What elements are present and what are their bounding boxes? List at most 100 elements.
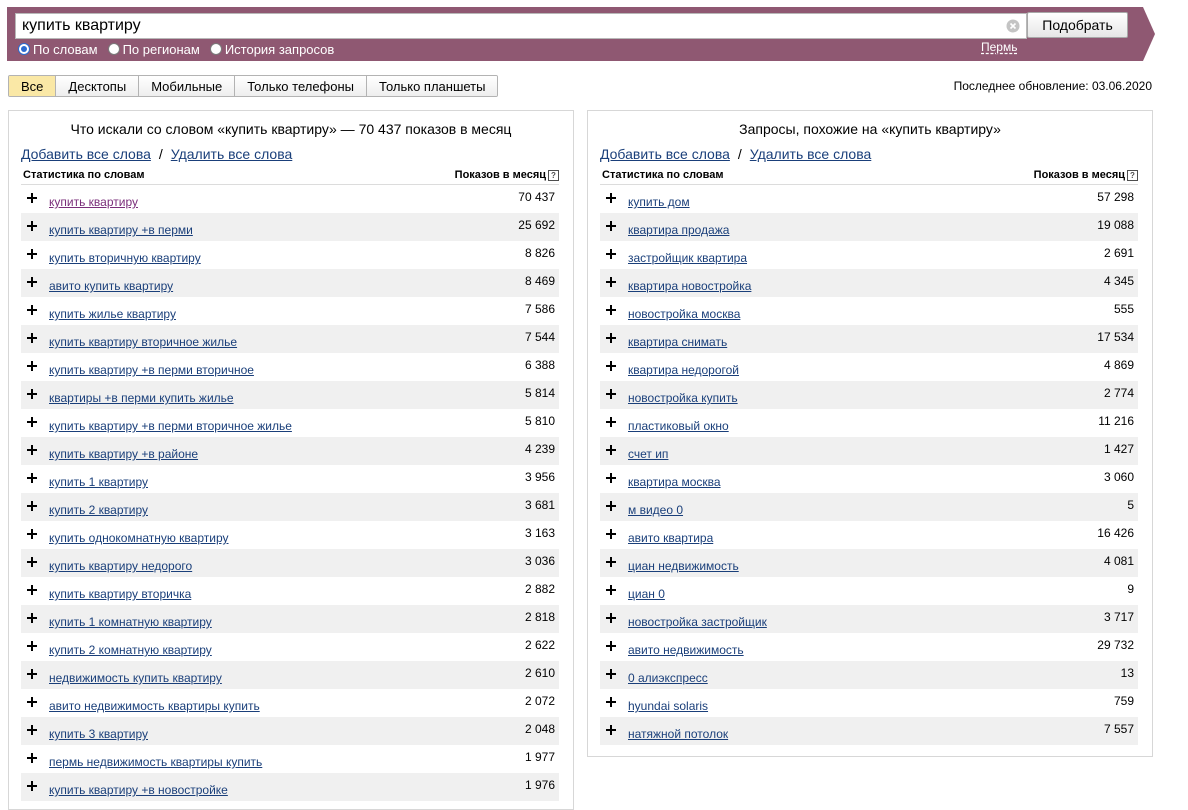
plus-icon[interactable] <box>27 669 37 679</box>
keyword-link[interactable]: купить 1 комнатную квартиру <box>49 615 212 629</box>
plus-icon[interactable] <box>606 641 616 651</box>
keyword-link[interactable]: купить дом <box>628 195 690 209</box>
plus-icon[interactable] <box>27 725 37 735</box>
keyword-link[interactable]: новостройка застройщик <box>628 615 767 629</box>
keyword-link[interactable]: купить 2 квартиру <box>49 503 148 517</box>
keyword-link[interactable]: циан недвижимость <box>628 559 739 573</box>
keyword-link[interactable]: купить квартиру +в новостройке <box>49 783 228 797</box>
plus-icon[interactable] <box>606 445 616 455</box>
radio-icon-selected[interactable] <box>18 43 30 55</box>
pick-button[interactable]: Подобрать <box>1027 12 1128 38</box>
keyword-link[interactable]: недвижимость купить квартиру <box>49 671 222 685</box>
plus-icon[interactable] <box>606 249 616 259</box>
tab-desktops[interactable]: Десктопы <box>56 76 140 96</box>
plus-icon[interactable] <box>606 277 616 287</box>
keyword-link[interactable]: квартира недорогой <box>628 363 739 377</box>
keyword-link[interactable]: квартира снимать <box>628 335 727 349</box>
keyword-link[interactable]: купить вторичную квартиру <box>49 251 201 265</box>
radio-icon[interactable] <box>209 43 222 55</box>
keyword-link[interactable]: авито квартира <box>628 531 713 545</box>
plus-icon[interactable] <box>27 333 37 343</box>
plus-icon[interactable] <box>606 417 616 427</box>
region-link[interactable]: Пермь <box>981 40 1017 54</box>
search-box[interactable] <box>15 13 1027 39</box>
keyword-link[interactable]: купить 2 комнатную квартиру <box>49 643 212 657</box>
remove-all-words-link[interactable]: Удалить все слова <box>171 146 292 162</box>
plus-icon[interactable] <box>27 557 37 567</box>
plus-icon[interactable] <box>606 697 616 707</box>
plus-icon[interactable] <box>27 501 37 511</box>
plus-icon[interactable] <box>606 473 616 483</box>
remove-all-words-link[interactable]: Удалить все слова <box>750 146 871 162</box>
tab-all[interactable]: Все <box>9 76 57 96</box>
keyword-link[interactable]: купить жилье квартиру <box>49 307 176 321</box>
help-icon[interactable]: ? <box>548 169 559 181</box>
plus-icon[interactable] <box>606 389 616 399</box>
plus-icon[interactable] <box>27 613 37 623</box>
plus-icon[interactable] <box>27 781 37 791</box>
keyword-link[interactable]: hyundai solaris <box>628 699 708 713</box>
keyword-link[interactable]: квартиры +в перми купить жилье <box>49 391 234 405</box>
help-icon[interactable]: ? <box>1127 169 1138 181</box>
keyword-link[interactable]: авито недвижимость <box>628 643 744 657</box>
keyword-link[interactable]: авито купить квартиру <box>49 279 173 293</box>
plus-icon[interactable] <box>27 641 37 651</box>
keyword-link[interactable]: пермь недвижимость квартиры купить <box>49 755 262 769</box>
plus-icon[interactable] <box>27 305 37 315</box>
keyword-link[interactable]: купить квартиру недорого <box>49 559 192 573</box>
clear-icon[interactable] <box>1006 19 1020 33</box>
plus-icon[interactable] <box>27 361 37 371</box>
keyword-link[interactable]: натяжной потолок <box>628 727 728 741</box>
plus-icon[interactable] <box>606 529 616 539</box>
plus-icon[interactable] <box>606 361 616 371</box>
keyword-link[interactable]: квартира москва <box>628 475 721 489</box>
keyword-link[interactable]: циан 0 <box>628 587 665 601</box>
plus-icon[interactable] <box>27 445 37 455</box>
keyword-link[interactable]: купить квартиру <box>49 195 138 209</box>
keyword-link[interactable]: купить квартиру +в районе <box>49 447 198 461</box>
keyword-link[interactable]: купить квартиру +в перми вторичное жилье <box>49 419 292 433</box>
plus-icon[interactable] <box>27 529 37 539</box>
plus-icon[interactable] <box>606 333 616 343</box>
plus-icon[interactable] <box>27 193 37 203</box>
keyword-link[interactable]: 0 алиэкспресс <box>628 671 708 685</box>
keyword-link[interactable]: купить квартиру +в перми <box>49 223 193 237</box>
keyword-link[interactable]: купить квартиру +в перми вторичное <box>49 363 254 377</box>
plus-icon[interactable] <box>27 389 37 399</box>
plus-icon[interactable] <box>606 305 616 315</box>
keyword-link[interactable]: пластиковый окно <box>628 419 729 433</box>
keyword-link[interactable]: квартира продажа <box>628 223 729 237</box>
keyword-link[interactable]: купить квартиру вторичка <box>49 587 191 601</box>
mode-by-regions[interactable]: По регионам <box>107 42 200 57</box>
keyword-link[interactable]: купить квартиру вторичное жилье <box>49 335 237 349</box>
plus-icon[interactable] <box>606 613 616 623</box>
tab-phones-only[interactable]: Только телефоны <box>235 76 368 96</box>
add-all-words-link[interactable]: Добавить все слова <box>21 146 151 162</box>
tab-tablets-only[interactable]: Только планшеты <box>367 76 498 96</box>
plus-icon[interactable] <box>27 585 37 595</box>
tab-mobile[interactable]: Мобильные <box>139 76 236 96</box>
radio-icon[interactable] <box>107 43 120 55</box>
plus-icon[interactable] <box>606 501 616 511</box>
keyword-link[interactable]: купить 3 квартиру <box>49 727 148 741</box>
keyword-link[interactable]: новостройка москва <box>628 307 740 321</box>
plus-icon[interactable] <box>27 417 37 427</box>
keyword-link[interactable]: купить 1 квартиру <box>49 475 148 489</box>
plus-icon[interactable] <box>27 753 37 763</box>
plus-icon[interactable] <box>606 557 616 567</box>
plus-icon[interactable] <box>606 585 616 595</box>
mode-query-history[interactable]: История запросов <box>209 42 334 57</box>
plus-icon[interactable] <box>27 473 37 483</box>
keyword-link[interactable]: застройщик квартира <box>628 251 747 265</box>
plus-icon[interactable] <box>606 669 616 679</box>
keyword-link[interactable]: счет ип <box>628 447 668 461</box>
keyword-link[interactable]: новостройка купить <box>628 391 738 405</box>
keyword-link[interactable]: авито недвижимость квартиры купить <box>49 699 260 713</box>
plus-icon[interactable] <box>606 725 616 735</box>
search-input[interactable] <box>16 14 1006 38</box>
plus-icon[interactable] <box>27 277 37 287</box>
add-all-words-link[interactable]: Добавить все слова <box>600 146 730 162</box>
plus-icon[interactable] <box>606 193 616 203</box>
plus-icon[interactable] <box>606 221 616 231</box>
plus-icon[interactable] <box>27 249 37 259</box>
